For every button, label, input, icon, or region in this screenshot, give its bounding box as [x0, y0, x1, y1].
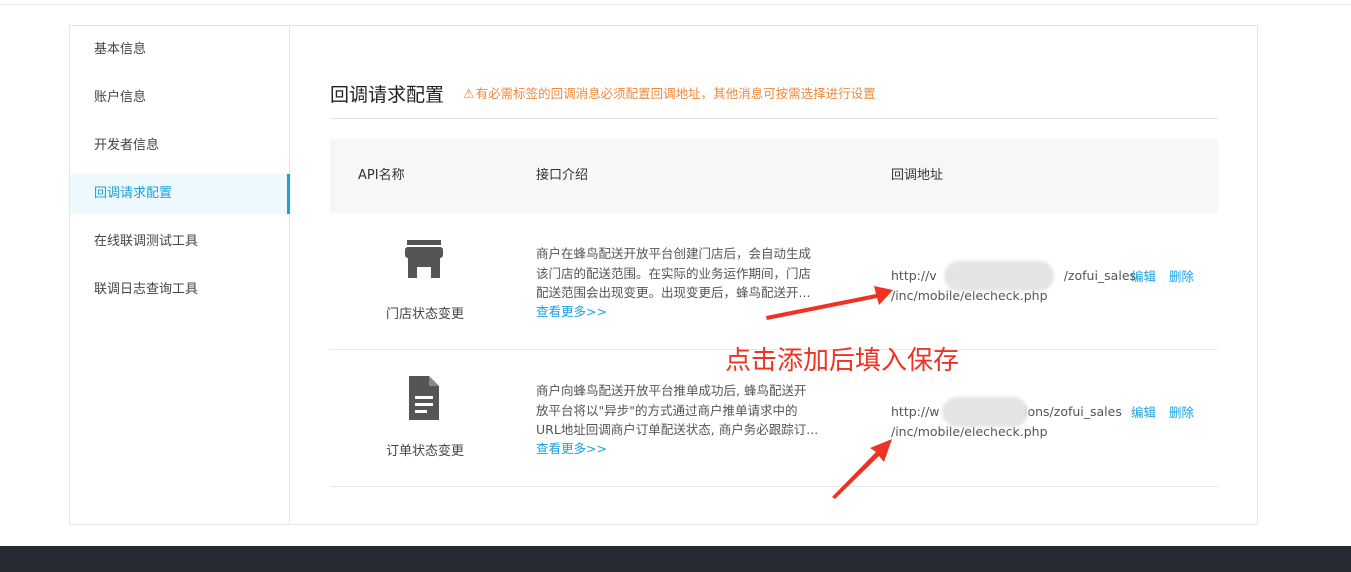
arrow-pointing-to-first-url — [766, 286, 893, 320]
arrow-pointing-to-second-url — [832, 439, 892, 499]
annotation-arrows — [766, 286, 893, 499]
page-footer — [0, 546, 1351, 572]
annotation-text: 点击添加后填入保存 — [725, 346, 960, 376]
